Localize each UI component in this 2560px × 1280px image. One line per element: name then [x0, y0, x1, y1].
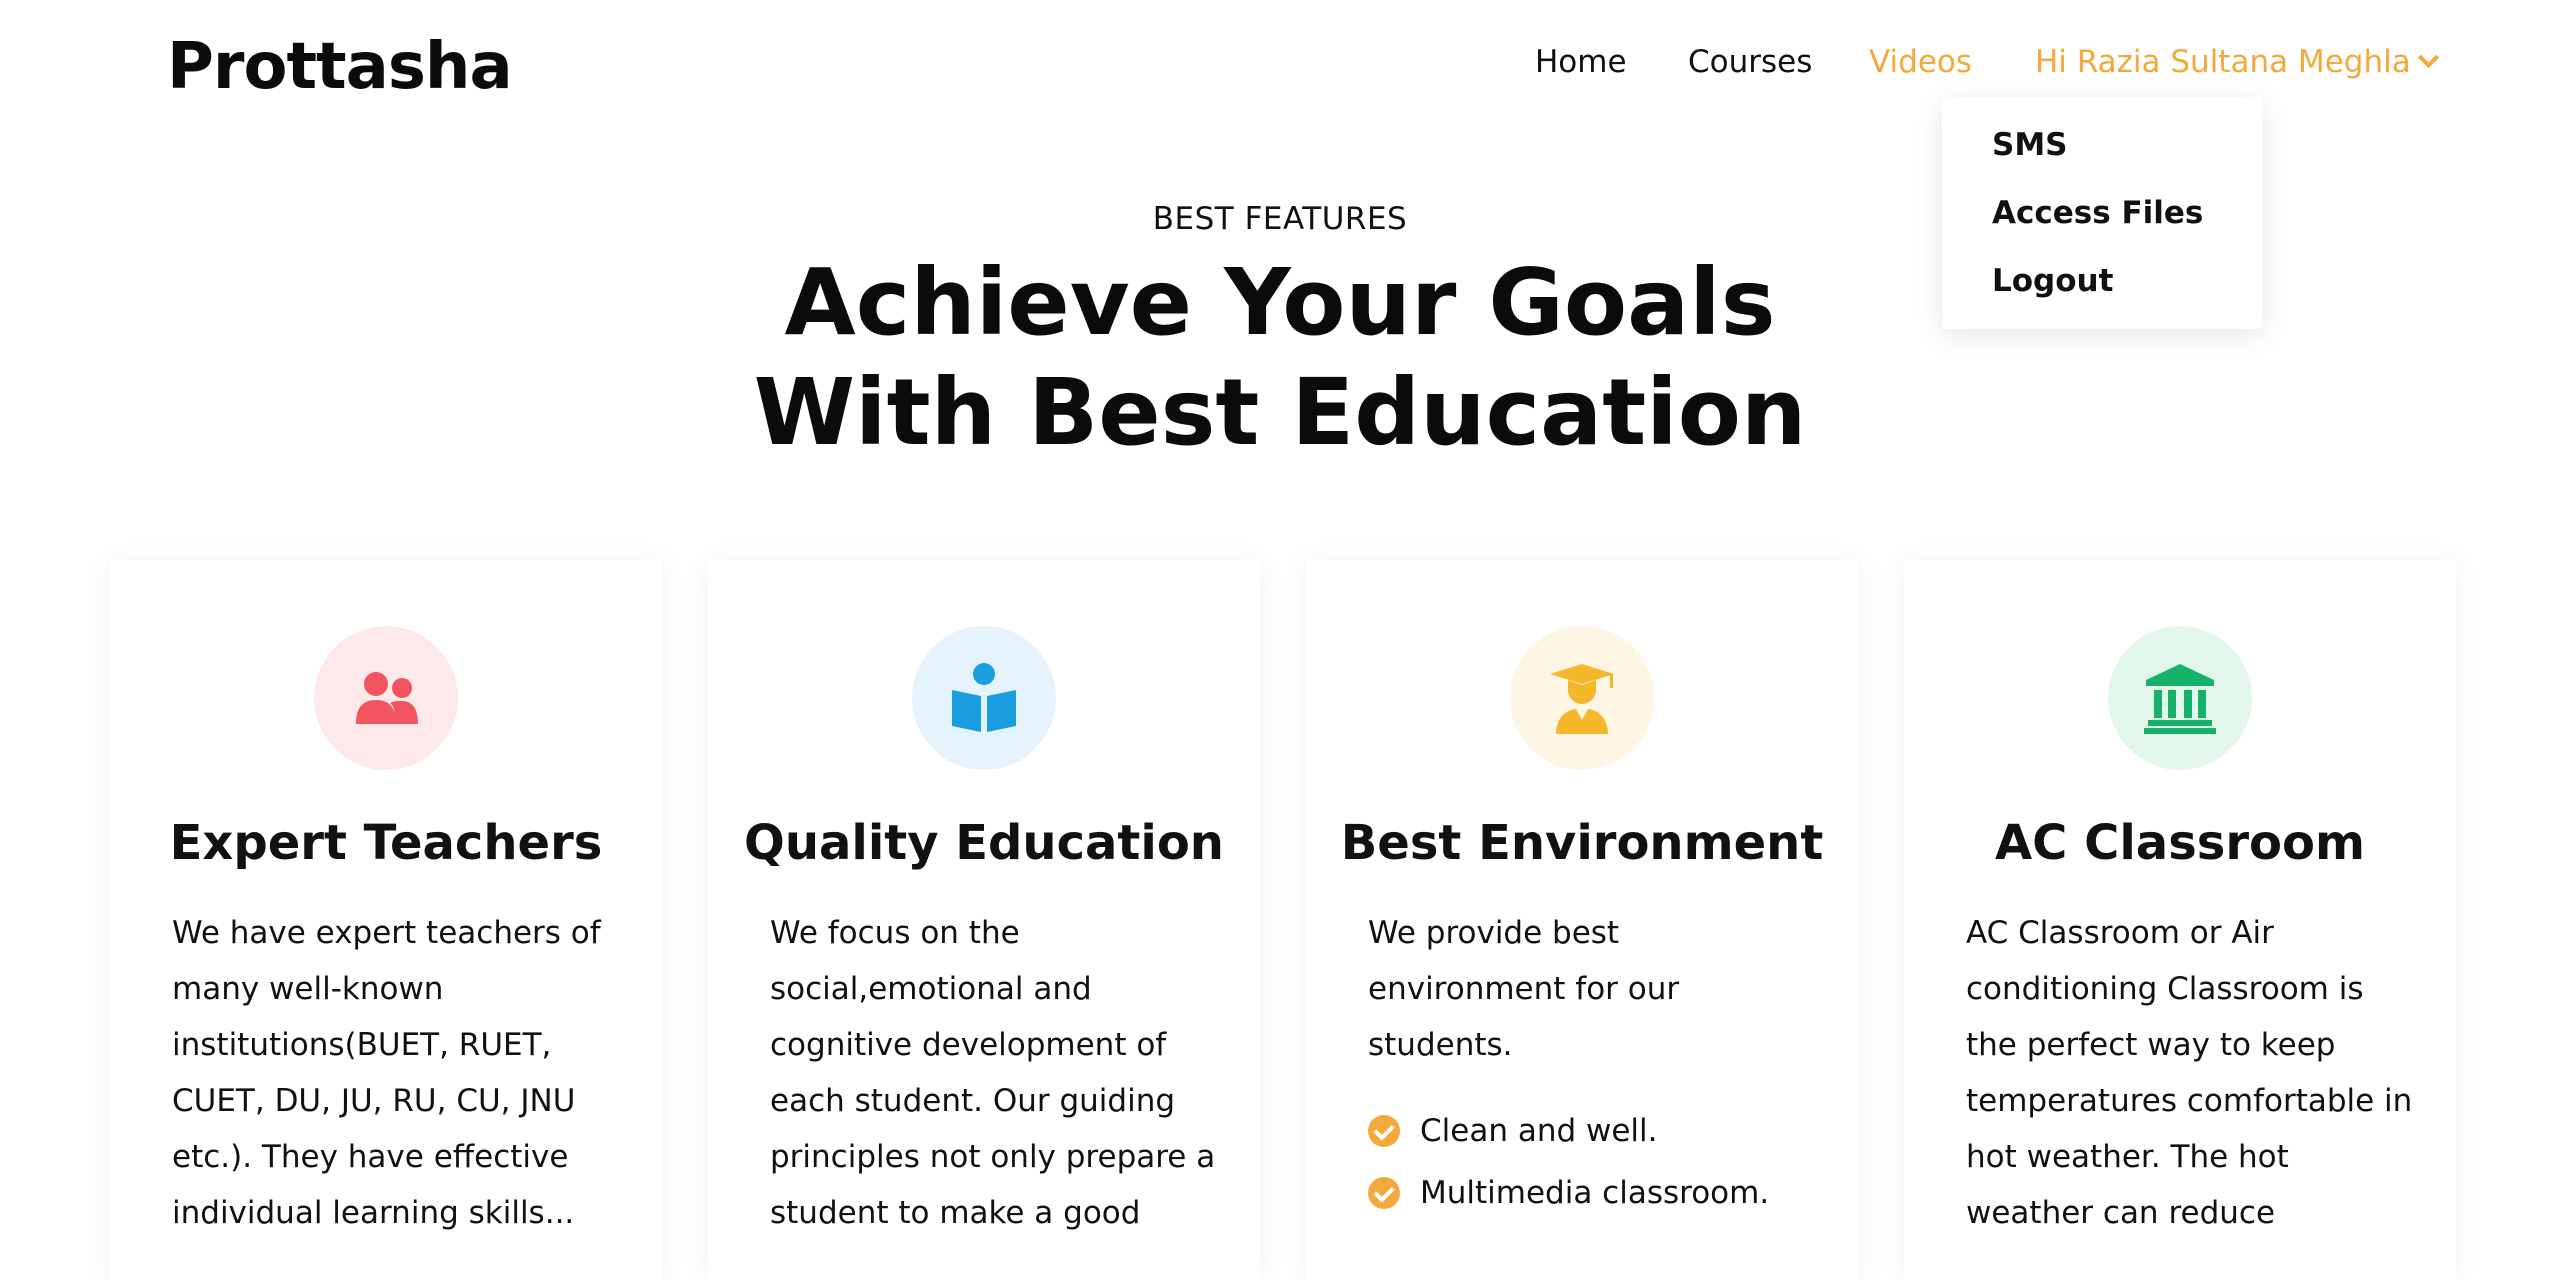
- card-description: We provide best environment for our stud…: [1368, 915, 1680, 1063]
- feature-card-quality-education: Quality Education We focus on the social…: [708, 560, 1260, 1280]
- main-nav: Home Courses Videos Hi Razia Sultana Meg…: [0, 44, 2560, 94]
- heading-line-2: With Best Education: [753, 359, 1807, 466]
- nav-home-link[interactable]: Home: [1535, 44, 1627, 80]
- users-icon: [356, 672, 418, 724]
- section-eyebrow: BEST FEATURES: [1152, 201, 1408, 237]
- heading-line-1: Achieve Your Goals: [784, 249, 1776, 356]
- icon-circle: [912, 626, 1056, 770]
- icon-circle: [1510, 626, 1654, 770]
- feature-card-best-environment: Best Environment We provide best environ…: [1306, 560, 1858, 1280]
- dropdown-item-sms[interactable]: SMS: [1992, 127, 2068, 163]
- nav-courses-link[interactable]: Courses: [1688, 44, 1812, 80]
- icon-circle: [314, 626, 458, 770]
- check-circle-icon: [1368, 1115, 1400, 1147]
- graduate-icon: [1550, 664, 1614, 734]
- feature-card-ac-classroom: AC Classroom AC Classroom or Air conditi…: [1904, 560, 2456, 1280]
- book-reader-icon: [952, 663, 1016, 732]
- list-item-text: Clean and well.: [1420, 1113, 1658, 1149]
- feature-list: Clean and well. Multimedia classroom.: [1368, 1100, 1828, 1224]
- card-title: Best Environment: [1340, 815, 1824, 871]
- card-title: Expert Teachers: [169, 815, 603, 871]
- user-menu-toggle[interactable]: Hi Razia Sultana Meghla: [2035, 44, 2439, 80]
- check-circle-icon: [1368, 1177, 1400, 1209]
- list-item-text: Multimedia classroom.: [1420, 1175, 1770, 1211]
- section-heading: Achieve Your Goals With Best Education: [0, 248, 2560, 468]
- icon-circle: [2108, 626, 2252, 770]
- list-item: Multimedia classroom.: [1368, 1162, 1828, 1224]
- list-item: Clean and well.: [1368, 1100, 1828, 1162]
- nav-videos-link[interactable]: Videos: [1869, 44, 1972, 80]
- card-description: We have expert teachers of many well-kno…: [172, 915, 601, 1231]
- chevron-down-icon: [2417, 46, 2439, 69]
- feature-card-expert-teachers: Expert Teachers We have expert teachers …: [110, 560, 662, 1280]
- card-description: We focus on the social,emotional and cog…: [770, 915, 1216, 1231]
- card-description: AC Classroom or Air conditioning Classro…: [1966, 915, 2413, 1231]
- institution-icon: [2144, 664, 2216, 734]
- card-title: AC Classroom: [1995, 815, 2365, 871]
- card-title: Quality Education: [744, 815, 1224, 871]
- user-greeting: Hi Razia Sultana Meghla: [2035, 44, 2411, 80]
